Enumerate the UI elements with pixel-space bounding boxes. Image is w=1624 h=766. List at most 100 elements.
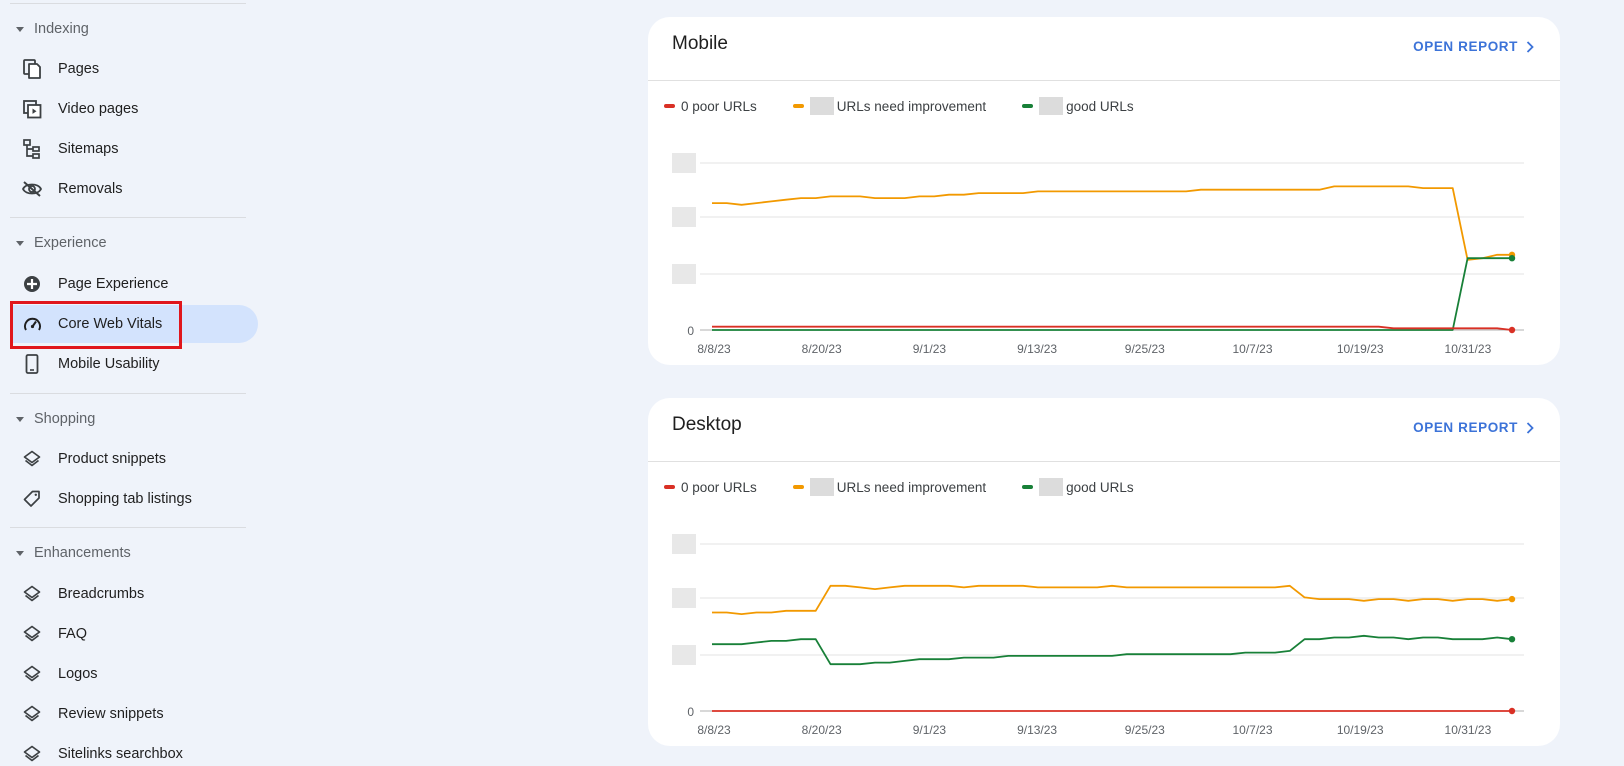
sidebar-item-label: Logos	[58, 666, 98, 682]
sidebar-item-removals[interactable]: Removals	[10, 170, 258, 208]
sitemaps-icon	[21, 138, 43, 160]
sidebar-item-video-pages[interactable]: Video pages	[10, 90, 258, 128]
sidebar-divider	[10, 3, 246, 4]
sidebar-item-label: Review snippets	[58, 706, 164, 722]
good-swatch	[1022, 485, 1034, 489]
poor-swatch	[664, 104, 675, 108]
legend-needs-improvement[interactable]: URLs need improvement	[792, 478, 987, 496]
card-title: Mobile	[672, 33, 728, 54]
sidebar-item-label: Core Web Vitals	[58, 316, 163, 332]
legend-good[interactable]: good URLs	[1022, 97, 1134, 115]
x-tick-label: 9/25/23	[1125, 723, 1165, 737]
sidebar-item-label: Sitemaps	[58, 141, 119, 157]
legend-poor[interactable]: 0 poor URLs	[664, 480, 757, 495]
layers-icon	[21, 583, 43, 605]
series-line-good	[712, 257, 1512, 331]
redacted-count	[809, 478, 834, 496]
sidebar-item-label: Video pages	[58, 101, 139, 117]
sidebar-item-product-snippets[interactable]: Product snippets	[10, 440, 258, 478]
sidebar-item-mobile-usability[interactable]: Mobile Usability	[10, 345, 258, 383]
sidebar-item-faq[interactable]: FAQ	[10, 615, 258, 653]
sidebar-item-label: Removals	[58, 181, 123, 197]
legend-needs-improvement-label: URLs need improvement	[836, 98, 987, 114]
sidebar-divider	[10, 217, 246, 218]
series-end-point	[1508, 254, 1516, 262]
section-enhancements[interactable]: Enhancements	[0, 537, 131, 569]
x-tick-label: 9/13/23	[1017, 723, 1057, 737]
section-label: Indexing	[34, 21, 89, 37]
layers-icon	[21, 663, 43, 685]
layers-icon	[21, 703, 43, 725]
caret-down-icon	[16, 416, 24, 422]
sidebar-item-sitemaps[interactable]: Sitemaps	[10, 130, 258, 168]
series-line-good	[712, 634, 1513, 666]
redacted-count	[1039, 478, 1064, 496]
legend-poor-label: 0 poor URLs	[681, 479, 757, 495]
needs-improvement-swatch	[792, 485, 804, 489]
layers-icon	[21, 743, 43, 765]
sidebar-item-label: Product snippets	[58, 451, 167, 467]
section-label: Enhancements	[34, 545, 131, 561]
series-end-point	[1508, 707, 1516, 715]
open-report-label: OPEN REPORT	[1413, 420, 1518, 435]
sidebar-item-label: Breadcrumbs	[58, 586, 145, 602]
layers-icon	[21, 448, 43, 470]
chart-legend: 0 poor URLs URLs need improvement good U…	[664, 97, 1170, 115]
legend-needs-improvement-label: URLs need improvement	[836, 479, 987, 495]
caret-down-icon	[16, 550, 24, 556]
x-tick-label: 9/13/23	[1017, 342, 1057, 356]
pages-icon	[21, 58, 43, 80]
section-shopping[interactable]: Shopping	[0, 403, 95, 435]
sidebar-divider	[10, 393, 246, 394]
gauge-icon	[21, 313, 43, 335]
redacted-count	[1039, 97, 1064, 115]
redacted-y-tick	[672, 153, 696, 173]
sidebar-item-shopping-tab-listings[interactable]: Shopping tab listings	[10, 480, 258, 518]
chart-legend: 0 poor URLs URLs need improvement good U…	[664, 478, 1170, 496]
sidebar-item-page-experience[interactable]: Page Experience	[10, 265, 258, 303]
redacted-count	[809, 97, 834, 115]
x-tick-label: 8/8/23	[697, 342, 731, 356]
sidebar-item-core-web-vitals[interactable]: Core Web Vitals	[10, 305, 258, 343]
y-tick-label: 0	[687, 324, 694, 338]
redacted-y-tick	[672, 264, 696, 284]
section-indexing[interactable]: Indexing	[0, 13, 89, 45]
sidebar-item-pages[interactable]: Pages	[10, 50, 258, 88]
x-tick-label: 10/19/23	[1337, 723, 1384, 737]
redacted-y-tick	[672, 534, 696, 554]
sidebar-item-label: Page Experience	[58, 276, 169, 292]
desktop-card: Desktop OPEN REPORT 0 poor URLs URLs nee…	[648, 398, 1560, 746]
redacted-y-tick	[672, 207, 696, 227]
removals-icon	[21, 178, 43, 200]
x-tick-label: 10/31/23	[1445, 342, 1492, 356]
card-divider	[648, 461, 1560, 462]
sidebar-item-breadcrumbs[interactable]: Breadcrumbs	[10, 575, 258, 613]
chevron-right-icon	[1526, 421, 1534, 434]
section-experience[interactable]: Experience	[0, 227, 107, 259]
x-tick-label: 9/1/23	[913, 342, 947, 356]
poor-swatch	[664, 485, 675, 489]
section-label: Experience	[34, 235, 107, 251]
legend-poor-label: 0 poor URLs	[681, 98, 757, 114]
open-report-button[interactable]: OPEN REPORT	[1413, 420, 1534, 435]
sidebar-item-label: FAQ	[58, 626, 88, 642]
open-report-button[interactable]: OPEN REPORT	[1413, 39, 1534, 54]
desktop-chart: 08/8/23 8/20/23 9/1/23 9/13/23 9/25/23 10/7/2…	[672, 534, 1524, 737]
section-label: Shopping	[34, 411, 96, 427]
redacted-y-tick	[672, 645, 696, 665]
x-tick-label: 9/25/23	[1125, 342, 1165, 356]
legend-poor[interactable]: 0 poor URLs	[664, 99, 757, 114]
sidebar-item-label: Sitelinks searchbox	[58, 746, 183, 762]
x-tick-label: 10/7/23	[1232, 723, 1272, 737]
legend-needs-improvement[interactable]: URLs need improvement	[792, 97, 987, 115]
sidebar-item-logos[interactable]: Logos	[10, 655, 258, 693]
sidebar-item-review-snippets[interactable]: Review snippets	[10, 695, 258, 733]
sidebar-item-sitelinks-searchbox[interactable]: Sitelinks searchbox	[10, 735, 258, 766]
series-line-needs-improvement	[712, 185, 1512, 261]
legend-good[interactable]: good URLs	[1022, 478, 1134, 496]
x-tick-label: 10/31/23	[1445, 723, 1492, 737]
y-tick-label: 0	[687, 705, 694, 719]
mobile-card: Mobile OPEN REPORT 0 poor URLs URLs need…	[648, 17, 1560, 365]
tag-icon	[21, 488, 43, 510]
open-report-label: OPEN REPORT	[1413, 39, 1518, 54]
